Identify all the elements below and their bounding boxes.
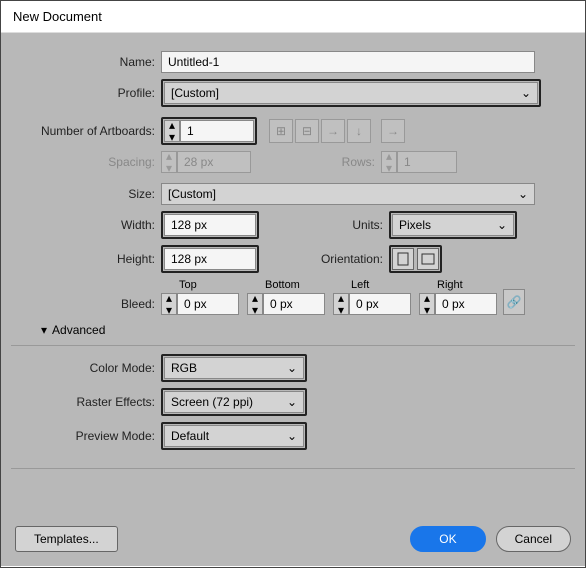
- preview-label: Preview Mode:: [11, 429, 161, 443]
- height-input[interactable]: [164, 248, 256, 270]
- grid-by-col-icon: ⊟: [295, 119, 319, 143]
- bleed-top-stepper[interactable]: ▴▾: [161, 293, 239, 315]
- size-label: Size:: [11, 187, 161, 201]
- chevron-down-icon: ⌄: [497, 218, 507, 232]
- right-label: Right: [419, 279, 497, 291]
- raster-label: Raster Effects:: [11, 395, 161, 409]
- bleed-label: Bleed:: [11, 297, 161, 315]
- stepper-arrows-icon[interactable]: ▴▾: [247, 293, 263, 315]
- bleed-bottom-input[interactable]: [263, 293, 325, 315]
- bleed-right-stepper[interactable]: ▴▾: [419, 293, 497, 315]
- stepper-arrows-icon: ▴▾: [161, 151, 177, 173]
- spacing-input: [177, 151, 251, 173]
- units-select[interactable]: Pixels ⌄: [392, 214, 514, 236]
- chevron-down-icon: ⌄: [521, 86, 531, 100]
- chevron-down-icon: ⌄: [287, 429, 297, 443]
- colormode-value: RGB: [171, 361, 197, 375]
- preview-value: Default: [171, 429, 209, 443]
- width-label: Width:: [11, 218, 161, 232]
- profile-select[interactable]: [Custom] ⌄: [164, 82, 538, 104]
- spacing-stepper: ▴▾: [161, 151, 251, 173]
- colormode-select[interactable]: RGB ⌄: [164, 357, 304, 379]
- bleed-left-input[interactable]: [349, 293, 411, 315]
- rows-input: [397, 151, 457, 173]
- stepper-arrows-icon[interactable]: ▴▾: [333, 293, 349, 315]
- dialog-content: Name: Profile: [Custom] ⌄ Number of Artb…: [1, 33, 585, 566]
- advanced-label: Advanced: [52, 323, 105, 337]
- stepper-arrows-icon[interactable]: ▴▾: [161, 293, 177, 315]
- bleed-top-input[interactable]: [177, 293, 239, 315]
- cancel-button[interactable]: Cancel: [496, 526, 571, 552]
- size-value: [Custom]: [168, 187, 216, 201]
- units-value: Pixels: [399, 218, 431, 232]
- spacing-label: Spacing:: [11, 155, 161, 169]
- raster-select[interactable]: Screen (72 ppi) ⌄: [164, 391, 304, 413]
- artboards-input[interactable]: [180, 120, 254, 142]
- ok-button[interactable]: OK: [410, 526, 485, 552]
- stepper-arrows-icon[interactable]: ▴▾: [419, 293, 435, 315]
- size-select[interactable]: [Custom] ⌄: [161, 183, 535, 205]
- raster-value: Screen (72 ppi): [171, 395, 253, 409]
- bleed-bottom-stepper[interactable]: ▴▾: [247, 293, 325, 315]
- arrange-right-icon: →: [321, 119, 345, 143]
- units-label: Units:: [259, 218, 389, 232]
- arrange-custom-icon: →: [381, 119, 405, 143]
- triangle-down-icon: ▾: [41, 323, 47, 337]
- landscape-icon: [421, 253, 435, 265]
- profile-label: Profile:: [11, 86, 161, 100]
- name-input[interactable]: [161, 51, 535, 73]
- stepper-arrows-icon[interactable]: ▴▾: [164, 120, 180, 142]
- bottom-label: Bottom: [247, 279, 325, 291]
- left-label: Left: [333, 279, 411, 291]
- link-icon: 🔗: [507, 295, 522, 309]
- dialog-title: New Document: [1, 1, 585, 33]
- artboards-label: Number of Artboards:: [11, 124, 161, 138]
- bleed-left-stepper[interactable]: ▴▾: [333, 293, 411, 315]
- height-label: Height:: [11, 252, 161, 266]
- new-document-dialog: New Document Name: Profile: [Custom] ⌄ N…: [0, 0, 586, 568]
- chevron-down-icon: ⌄: [518, 187, 528, 201]
- preview-select[interactable]: Default ⌄: [164, 425, 304, 447]
- bleed-link-button[interactable]: 🔗: [503, 289, 525, 315]
- width-input[interactable]: [164, 214, 256, 236]
- top-label: Top: [161, 279, 239, 291]
- chevron-down-icon: ⌄: [287, 395, 297, 409]
- rows-label: Rows:: [251, 155, 381, 169]
- divider: [11, 345, 575, 346]
- orientation-landscape-button[interactable]: [417, 248, 439, 270]
- stepper-arrows-icon: ▴▾: [381, 151, 397, 173]
- arrange-down-icon: ↓: [347, 119, 371, 143]
- portrait-icon: [397, 252, 409, 266]
- templates-button[interactable]: Templates...: [15, 526, 118, 552]
- chevron-down-icon: ⌄: [287, 361, 297, 375]
- bleed-right-input[interactable]: [435, 293, 497, 315]
- colormode-label: Color Mode:: [11, 361, 161, 375]
- orientation-portrait-button[interactable]: [392, 248, 414, 270]
- artboards-stepper[interactable]: ▴▾: [164, 120, 254, 142]
- grid-by-row-icon: ⊞: [269, 119, 293, 143]
- profile-value: [Custom]: [171, 86, 219, 100]
- divider: [11, 468, 575, 469]
- rows-stepper: ▴▾: [381, 151, 457, 173]
- name-label: Name:: [11, 55, 161, 69]
- advanced-toggle[interactable]: ▾ Advanced: [41, 323, 575, 337]
- orientation-label: Orientation:: [259, 252, 389, 266]
